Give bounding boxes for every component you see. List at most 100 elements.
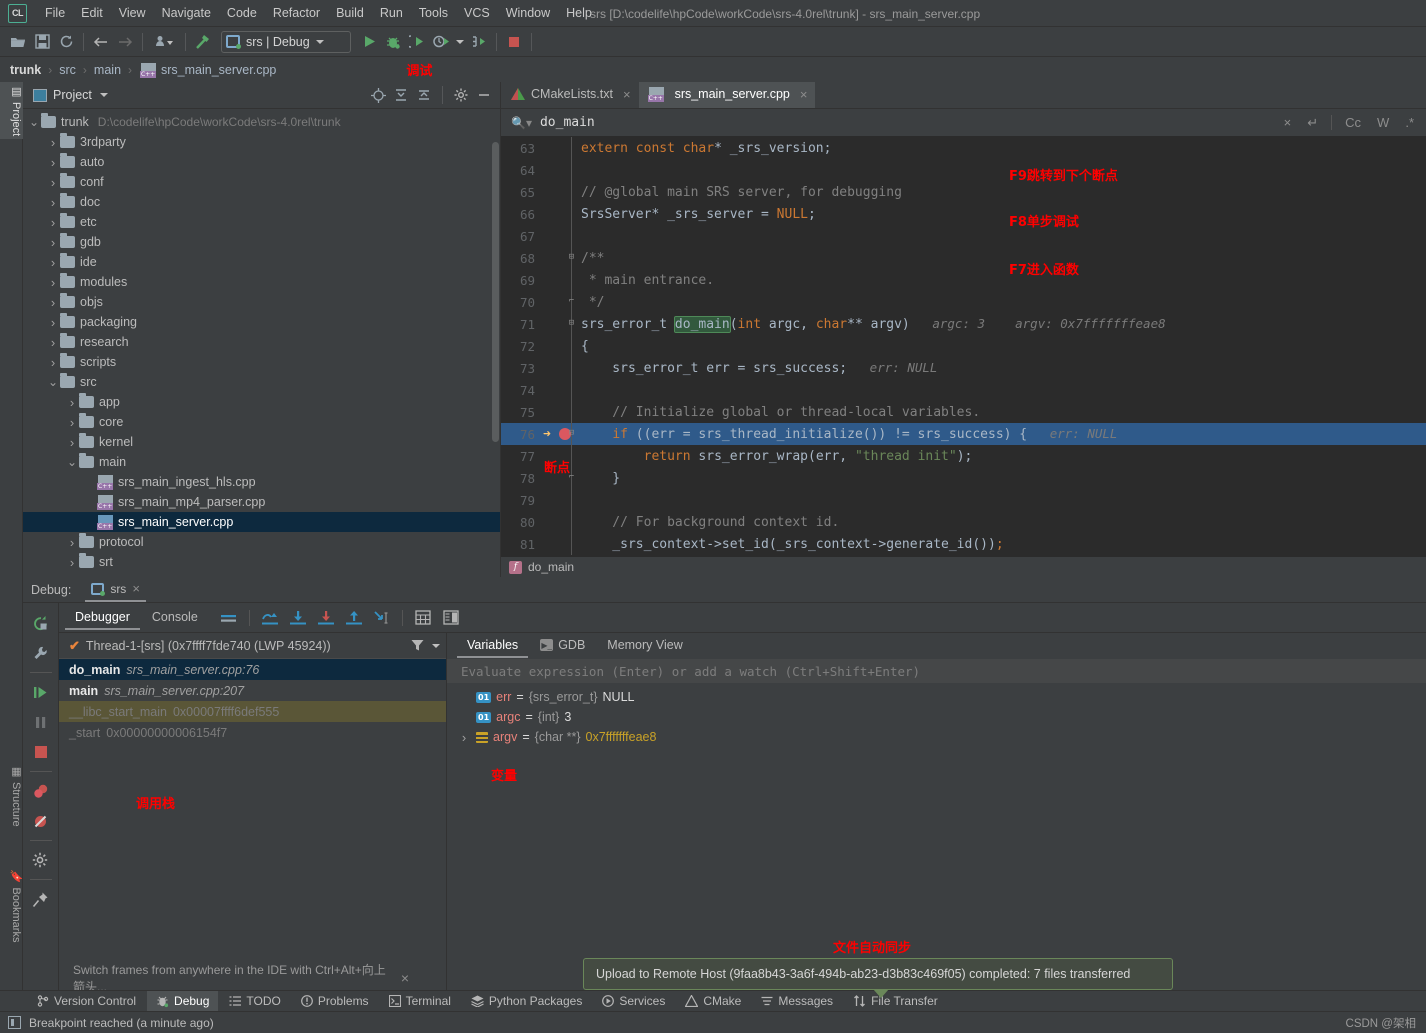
debug-icon[interactable] — [381, 30, 405, 54]
scroll-from-source-icon[interactable] — [368, 85, 388, 105]
tool-window-button-messages[interactable]: Messages — [752, 991, 842, 1012]
gutter[interactable] — [539, 511, 581, 533]
attach-icon[interactable] — [467, 30, 491, 54]
chevron-down-icon[interactable]: ⌄ — [27, 115, 41, 129]
rerun-icon[interactable] — [27, 609, 55, 637]
menu-help[interactable]: Help — [558, 3, 600, 23]
tool-window-button-problems[interactable]: Problems — [292, 991, 378, 1012]
menu-navigate[interactable]: Navigate — [154, 3, 219, 23]
tree-item[interactable]: › app — [23, 392, 500, 412]
tree-item[interactable]: ⌄ src — [23, 372, 500, 392]
chevron-right-icon[interactable]: › — [46, 135, 60, 150]
hide-panel-icon[interactable] — [474, 85, 494, 105]
chevron-right-icon[interactable]: › — [65, 535, 79, 550]
menu-code[interactable]: Code — [219, 3, 265, 23]
tree-item[interactable]: › core — [23, 412, 500, 432]
gutter[interactable] — [539, 181, 581, 203]
gutter[interactable] — [539, 159, 581, 181]
tab-debugger[interactable]: Debugger — [65, 606, 140, 630]
run-coverage-icon[interactable] — [405, 30, 429, 54]
back-arrow-icon[interactable] — [89, 30, 113, 54]
step-out-icon[interactable] — [341, 606, 367, 630]
close-icon[interactable]: × — [401, 970, 409, 986]
frame-row[interactable]: main srs_main_server.cpp:207 — [59, 680, 446, 701]
code-line[interactable]: 67 — [501, 225, 1426, 247]
tree-item[interactable]: › scripts — [23, 352, 500, 372]
frames-list[interactable]: do_main srs_main_server.cpp:76 main srs_mai… — [59, 659, 446, 743]
run-to-cursor-icon[interactable] — [369, 606, 395, 630]
resume-icon[interactable] — [27, 678, 55, 706]
breadcrumb-item-main[interactable]: main — [94, 63, 121, 77]
code-line[interactable]: 80 // For background context id. — [501, 511, 1426, 533]
code-line[interactable]: 75 // Initialize global or thread-local … — [501, 401, 1426, 423]
menu-window[interactable]: Window — [498, 3, 558, 23]
code-line[interactable]: 70 ⌐ */ — [501, 291, 1426, 313]
open-folder-icon[interactable] — [6, 30, 30, 54]
notification-balloon[interactable]: Upload to Remote Host (9faa8b43-3a6f-494… — [583, 958, 1173, 990]
code-line[interactable]: 78 ⌐ } — [501, 467, 1426, 489]
tab-cmakelists[interactable]: CMakeLists.txt × — [501, 82, 639, 108]
chevron-right-icon[interactable]: › — [65, 395, 79, 410]
code-line[interactable]: 76 ➜ ⊟ if ((err = srs_thread_initialize())… — [501, 423, 1426, 445]
gutter[interactable]: ⊟ — [539, 247, 581, 269]
code-line[interactable]: 81 _srs_context->set_id(_srs_context->ge… — [501, 533, 1426, 555]
tool-window-button-services[interactable]: Services — [593, 991, 674, 1012]
menu-build[interactable]: Build — [328, 3, 372, 23]
chevron-right-icon[interactable]: › — [46, 295, 60, 310]
gutter[interactable] — [539, 379, 581, 401]
tool-window-button-cmake[interactable]: CMake — [676, 991, 750, 1012]
menu-run[interactable]: Run — [372, 3, 411, 23]
run-icon[interactable] — [357, 30, 381, 54]
tool-window-button-file-transfer[interactable]: File Transfer — [844, 991, 947, 1012]
stop-icon[interactable] — [27, 738, 55, 766]
thread-selector[interactable]: ✔ Thread-1-[srs] (0x7ffff7fde740 (LWP 45… — [59, 633, 446, 659]
layout-icon[interactable] — [438, 606, 464, 630]
frame-row[interactable]: __libc_start_main 0x00007ffff6def555 — [59, 701, 446, 722]
tab-memory-view[interactable]: Memory View — [597, 634, 692, 658]
settings-wrench-icon[interactable] — [27, 639, 55, 667]
code-line[interactable]: 71 ⊟ srs_error_t do_main(int argc, char** … — [501, 313, 1426, 335]
tree-item[interactable]: › research — [23, 332, 500, 352]
fold-collapse-icon[interactable]: ⊟ — [566, 318, 577, 329]
gutter[interactable] — [539, 401, 581, 423]
breadcrumb-item-src[interactable]: src — [59, 63, 76, 77]
forward-arrow-icon[interactable] — [113, 30, 137, 54]
run-configuration-selector[interactable]: srs | Debug — [221, 30, 351, 53]
gutter[interactable] — [539, 137, 581, 159]
chevron-right-icon[interactable]: › — [46, 175, 60, 190]
variables-list[interactable]: 01 err = {srs_error_t} NULL 01 argc = {int} 3 › arg… — [447, 683, 1426, 747]
gutter[interactable]: ⌐ — [539, 291, 581, 313]
tree-item[interactable]: › conf — [23, 172, 500, 192]
code-line[interactable]: 68 ⊟ /** — [501, 247, 1426, 269]
profiler-dropdown-icon[interactable] — [453, 30, 467, 54]
breadcrumb-item-trunk[interactable]: trunk — [10, 63, 41, 77]
project-tree[interactable]: ⌄ trunk D:\codelife\hpCode\workCode\srs-4.… — [23, 109, 500, 577]
gutter[interactable]: ➜ ⊟ — [539, 423, 581, 445]
code-line[interactable]: 66 SrsServer* _srs_server = NULL; — [501, 203, 1426, 225]
tree-item[interactable]: › modules — [23, 272, 500, 292]
code-line[interactable]: 77 return srs_error_wrap(err, "thread in… — [501, 445, 1426, 467]
code-line[interactable]: 63 extern const char* _srs_version; — [501, 137, 1426, 159]
chevron-down-icon[interactable] — [432, 643, 440, 648]
code-line[interactable]: 73 srs_error_t err = srs_success; err: N… — [501, 357, 1426, 379]
close-icon[interactable]: × — [1278, 115, 1298, 130]
menu-refactor[interactable]: Refactor — [265, 3, 328, 23]
stripe-project-button[interactable]: ▤Project — [0, 82, 23, 140]
tree-item[interactable]: › kernel — [23, 432, 500, 452]
tool-window-button-terminal[interactable]: Terminal — [380, 991, 460, 1012]
chevron-right-icon[interactable]: › — [46, 335, 60, 350]
tree-item[interactable]: srs_main_ingest_hls.cpp — [23, 472, 500, 492]
frame-row[interactable]: _start 0x00000000006154f7 — [59, 722, 446, 743]
chevron-right-icon[interactable]: › — [46, 315, 60, 330]
tree-item[interactable]: › packaging — [23, 312, 500, 332]
stop-icon[interactable] — [502, 30, 526, 54]
chevron-down-icon[interactable]: ⌄ — [65, 455, 79, 469]
force-step-into-icon[interactable] — [313, 606, 339, 630]
tree-item[interactable]: › doc — [23, 192, 500, 212]
collapse-all-icon[interactable] — [414, 85, 434, 105]
variable-row[interactable]: 01 argc = {int} 3 — [447, 707, 1426, 727]
code-line[interactable]: 79 — [501, 489, 1426, 511]
code-view[interactable]: 63 extern const char* _srs_version; 64 65//… — [501, 137, 1426, 574]
close-icon[interactable]: × — [623, 87, 631, 102]
tab-gdb[interactable]: ▶_ GDB — [530, 634, 595, 658]
